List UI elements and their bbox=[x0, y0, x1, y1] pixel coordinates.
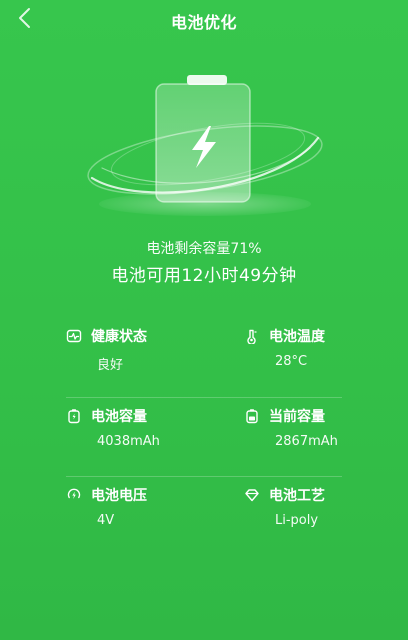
details-row: 电池容量 4038mAh 当前容量 2867mAh bbox=[66, 397, 342, 476]
current-capacity-value: 2867mAh bbox=[275, 434, 338, 449]
heartbeat-icon bbox=[66, 328, 82, 344]
health-status-item: 健康状态 良好 bbox=[66, 326, 147, 373]
battery-temperature-item: 电池温度 28°C bbox=[244, 326, 325, 369]
current-capacity-label: 当前容量 bbox=[269, 409, 325, 425]
battery-technology-item: 电池工艺 Li-poly bbox=[244, 485, 325, 528]
page-title: 电池优化 bbox=[170, 13, 237, 32]
battery-details-grid: 健康状态 良好 电池温度 28°C 电池容量 4038mAh 当前容量 2867… bbox=[66, 318, 342, 555]
battery-voltage-item: 电池电压 4V bbox=[66, 485, 147, 528]
remaining-capacity-text: 电池剩余容量71% bbox=[146, 241, 262, 257]
header-bar: 电池优化 bbox=[0, 0, 408, 40]
battery-temperature-label: 电池温度 bbox=[269, 329, 325, 345]
details-row: 电池电压 4V 电池工艺 Li-poly bbox=[66, 476, 342, 555]
details-row: 健康状态 良好 电池温度 28°C bbox=[66, 318, 342, 397]
battery-temperature-value: 28°C bbox=[275, 354, 308, 369]
battery-capacity-item: 电池容量 4038mAh bbox=[66, 406, 160, 449]
battery-capacity-value: 4038mAh bbox=[97, 434, 160, 449]
voltage-icon bbox=[66, 487, 82, 503]
health-status-value: 良好 bbox=[97, 358, 124, 373]
battery-technology-label: 电池工艺 bbox=[269, 488, 325, 504]
battery-illustration bbox=[80, 68, 330, 228]
health-status-label: 健康状态 bbox=[91, 329, 147, 345]
usable-time-text: 电池可用12小时49分钟 bbox=[111, 266, 297, 286]
battery-capacity-icon bbox=[66, 408, 82, 424]
battery-voltage-label: 电池电压 bbox=[91, 488, 147, 504]
diamond-icon bbox=[244, 487, 260, 503]
battery-capacity-label: 电池容量 bbox=[91, 409, 147, 425]
current-capacity-item: 当前容量 2867mAh bbox=[244, 406, 338, 449]
battery-voltage-value: 4V bbox=[97, 513, 115, 528]
thermometer-icon bbox=[244, 328, 260, 344]
battery-technology-value: Li-poly bbox=[275, 513, 319, 528]
battery-current-icon bbox=[244, 408, 260, 424]
battery-optimization-screen: 电池优化 电池剩余容量71% 电池可用12小时49分钟 健康状态 良好 电池温度… bbox=[0, 0, 408, 640]
